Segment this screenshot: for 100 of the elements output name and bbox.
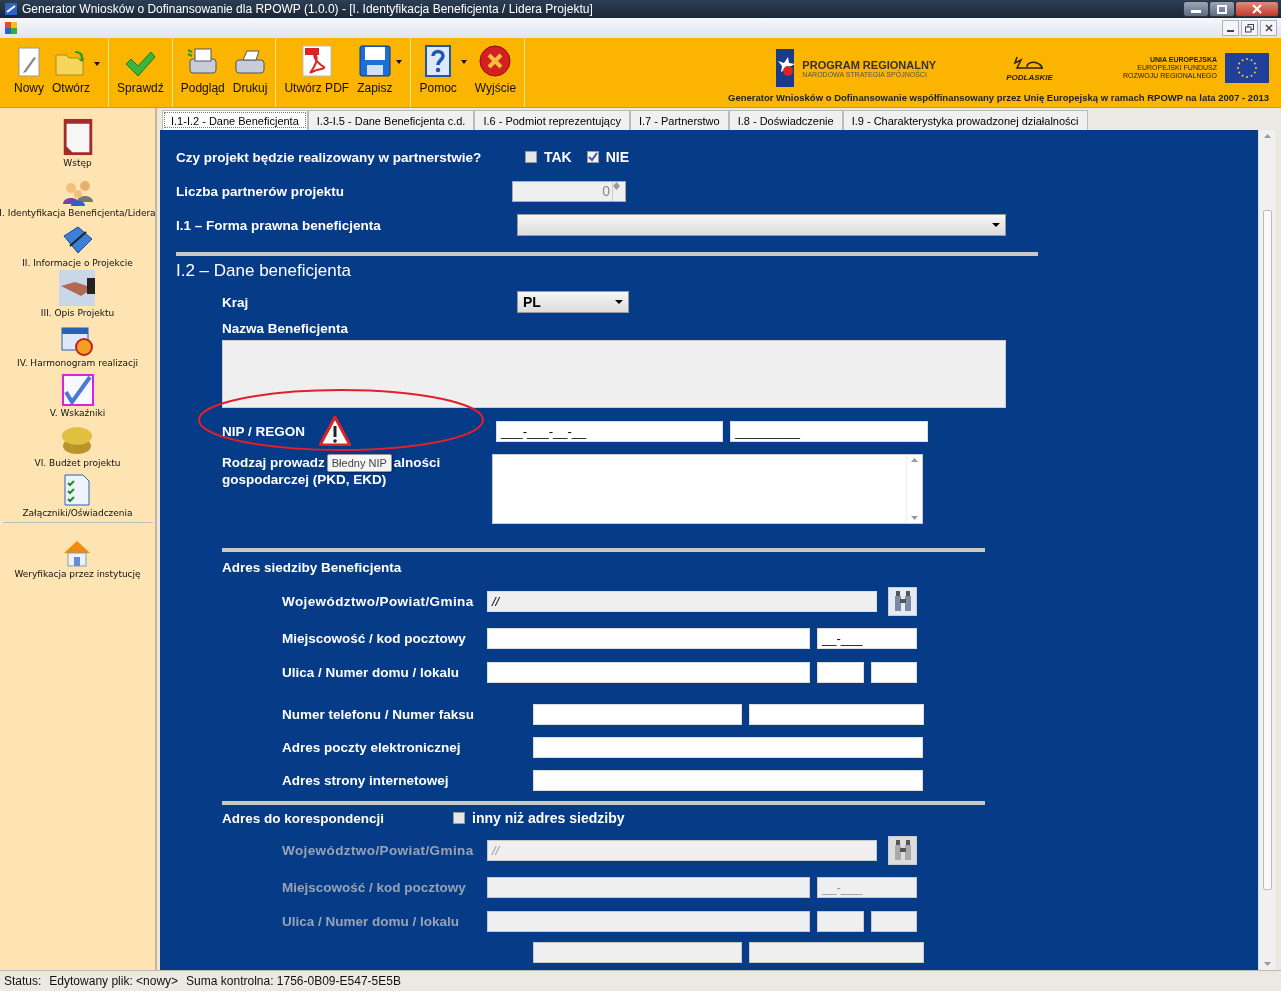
banner-tagline: Generator Wniosków o Dofinansowanie współfinansowany przez Unię Europejską w ramach RPOWP na lata 2007 - 2013 bbox=[728, 92, 1269, 103]
checkmark-icon bbox=[587, 152, 598, 162]
apartment-number-field[interactable] bbox=[871, 661, 917, 683]
sidebar-item[interactable]: I. Identyfikacja Beneficjenta/Lidera bbox=[0, 168, 156, 218]
open-icon bbox=[55, 49, 87, 77]
check-icon bbox=[124, 51, 157, 77]
form-panel: Czy projekt będzie realizowany w partnerstwie? TAK NIE Liczba partnerów projektu 0 I.1 – Forma prawna beneficjenta I.2 – Dane beneficjenta Kraj PL Nazwa Beneficjenta NIP / REGON ___-___-__-__ _________ Rodzaj prowadz Błedny NIP alności gospodarczej (PKD, EKD) Adres siedziby Beneficjenta Województwo/Powiat/Gmina // Miejscowość / kod pocztowy __-___ Ulica / Numer domu / lokalu Numer telefonu / Numer faksu Adres poczty elektronicznej Adres strony internetowej Adres do korespondencji inny niż adres siedziby Województwo/Powiat/Gmina // Miejscowość / kod pocztowy __-___ Ulica / Numer domu / lokalu bbox=[160, 130, 1258, 970]
text-field[interactable] bbox=[533, 704, 742, 725]
down-arrow-icon bbox=[1263, 962, 1271, 966]
sidebar-item[interactable]: III. Opis Projektu bbox=[40, 268, 115, 318]
binoculars-button[interactable] bbox=[888, 835, 917, 865]
tab[interactable]: I.6 - Podmiot reprezentujący bbox=[474, 110, 630, 130]
dropdown-caret-icon bbox=[460, 60, 467, 64]
scrollbar[interactable] bbox=[1258, 130, 1275, 970]
maximize-button[interactable] bbox=[1209, 1, 1235, 17]
city-field[interactable] bbox=[487, 627, 810, 649]
sidebar-item[interactable]: Wstęp bbox=[61, 118, 94, 168]
down-arrow-icon bbox=[911, 516, 918, 520]
sidebar-item[interactable]: IV. Harmonogram realizacji bbox=[17, 318, 138, 368]
close-button[interactable] bbox=[1235, 1, 1279, 17]
checkbox[interactable] bbox=[525, 151, 537, 163]
section-heading: I.2 – Dane beneficjenta bbox=[176, 261, 351, 281]
text-field[interactable] bbox=[533, 941, 742, 963]
star-flag-logo bbox=[774, 49, 797, 87]
region-name: PODLASKIE bbox=[1006, 72, 1053, 82]
toolbar-button[interactable]: Sprawdź bbox=[113, 51, 168, 95]
street-field[interactable] bbox=[487, 910, 810, 932]
binoculars-button[interactable] bbox=[888, 586, 917, 616]
tab[interactable]: I.1-I.2 - Dane Beneficjenta bbox=[162, 110, 308, 130]
sidebar-item[interactable]: Załączniki/Oświadczenia bbox=[22, 468, 133, 518]
handshake-icon bbox=[59, 270, 96, 306]
tab[interactable]: I.8 - Doświadczenie bbox=[728, 110, 843, 130]
sidebar-item[interactable]: V. Wskaźniki bbox=[49, 368, 106, 418]
save-icon bbox=[358, 45, 391, 77]
toolbar-button[interactable]: Utwórz PDF bbox=[280, 45, 354, 95]
text-field[interactable] bbox=[749, 941, 924, 963]
street-field[interactable] bbox=[487, 661, 810, 683]
error-tooltip: Błedny NIP bbox=[326, 453, 392, 472]
close-button[interactable] bbox=[1260, 20, 1277, 36]
regon-field[interactable]: _________ bbox=[730, 420, 928, 442]
toolbar-button[interactable]: Zapisz bbox=[353, 45, 407, 95]
minimize-button[interactable] bbox=[1222, 20, 1239, 36]
checkbox-label: NIE bbox=[605, 149, 630, 165]
region-field[interactable]: // bbox=[487, 590, 877, 612]
up-arrow-icon bbox=[613, 181, 621, 186]
tab[interactable]: I.7 - Partnerstwo bbox=[629, 110, 729, 130]
checkbox[interactable] bbox=[586, 151, 599, 163]
coins-icon bbox=[61, 424, 94, 456]
tab[interactable]: I.3-I.5 - Dane Beneficjenta c.d. bbox=[307, 110, 475, 130]
restore-icon bbox=[1245, 23, 1254, 33]
minimize-button[interactable] bbox=[1183, 1, 1209, 17]
tab[interactable]: I.9 - Charakterystyka prowadzonej działalności bbox=[842, 110, 1088, 130]
toolbar-button[interactable]: Otwórz bbox=[48, 49, 105, 95]
legal-form-dropdown[interactable] bbox=[517, 214, 1006, 236]
postcode-field[interactable]: __-___ bbox=[817, 627, 917, 649]
checklist-icon bbox=[64, 474, 91, 506]
book-icon bbox=[61, 226, 94, 256]
toolbar-button[interactable]: Drukuj bbox=[228, 49, 272, 95]
print-icon bbox=[234, 49, 267, 77]
sidebar-item[interactable]: VI. Budżet projektu bbox=[34, 418, 121, 468]
program-name: PROGRAM REGIONALNY bbox=[802, 58, 937, 71]
window-title: Generator Wniosków o Dofinansowanie dla RPOWP (1.0.0) - [I. Identyfikacja Beneficjenta / Lidera Projektu] bbox=[22, 2, 594, 16]
toolbar-button[interactable]: Wyjście bbox=[470, 45, 521, 95]
up-arrow-icon bbox=[911, 458, 918, 462]
new-icon bbox=[16, 47, 42, 77]
status-file: Edytowany plik: <nowy> bbox=[49, 974, 179, 988]
pdf-icon bbox=[301, 45, 332, 77]
city-field[interactable] bbox=[487, 876, 810, 898]
nip-field[interactable]: ___-___-__-__ bbox=[496, 420, 723, 442]
eu-flag-logo bbox=[1225, 53, 1269, 83]
binoculars-icon bbox=[892, 590, 913, 612]
people-icon bbox=[60, 180, 95, 206]
maximize-icon bbox=[1217, 4, 1227, 14]
beneficiary-name-field[interactable] bbox=[222, 340, 1006, 408]
dropdown-caret-icon bbox=[94, 62, 101, 66]
checkdoc-icon bbox=[61, 374, 94, 406]
toolbar-button[interactable]: Nowy bbox=[10, 47, 48, 95]
house-number-field[interactable] bbox=[817, 910, 864, 932]
text-field[interactable] bbox=[533, 770, 923, 791]
exit-icon bbox=[479, 45, 512, 77]
app-icon bbox=[4, 2, 18, 16]
clipboard-icon bbox=[61, 118, 94, 156]
activity-field[interactable] bbox=[492, 454, 923, 524]
calendar-icon bbox=[61, 326, 94, 356]
sidebar-item[interactable]: II. Informacje o Projekcie bbox=[22, 218, 133, 268]
sidebar-item[interactable]: Weryfikacja przez instytucję bbox=[14, 529, 141, 579]
dropdown-caret-icon bbox=[396, 60, 403, 64]
checkbox-label: TAK bbox=[544, 149, 572, 165]
toolbar-button[interactable]: Pomoc bbox=[415, 45, 471, 95]
country-dropdown[interactable]: PL bbox=[517, 291, 629, 313]
preview-icon bbox=[186, 47, 219, 77]
house-number-field[interactable] bbox=[817, 661, 864, 683]
text-field[interactable] bbox=[749, 704, 924, 725]
text-field[interactable] bbox=[533, 737, 923, 758]
toolbar-button[interactable]: Podgląd bbox=[176, 47, 229, 95]
restore-button[interactable] bbox=[1241, 20, 1258, 36]
close-icon bbox=[1252, 4, 1262, 14]
apartment-number-field[interactable] bbox=[871, 910, 917, 932]
document-icon bbox=[4, 21, 18, 35]
up-arrow-icon bbox=[1263, 134, 1271, 138]
